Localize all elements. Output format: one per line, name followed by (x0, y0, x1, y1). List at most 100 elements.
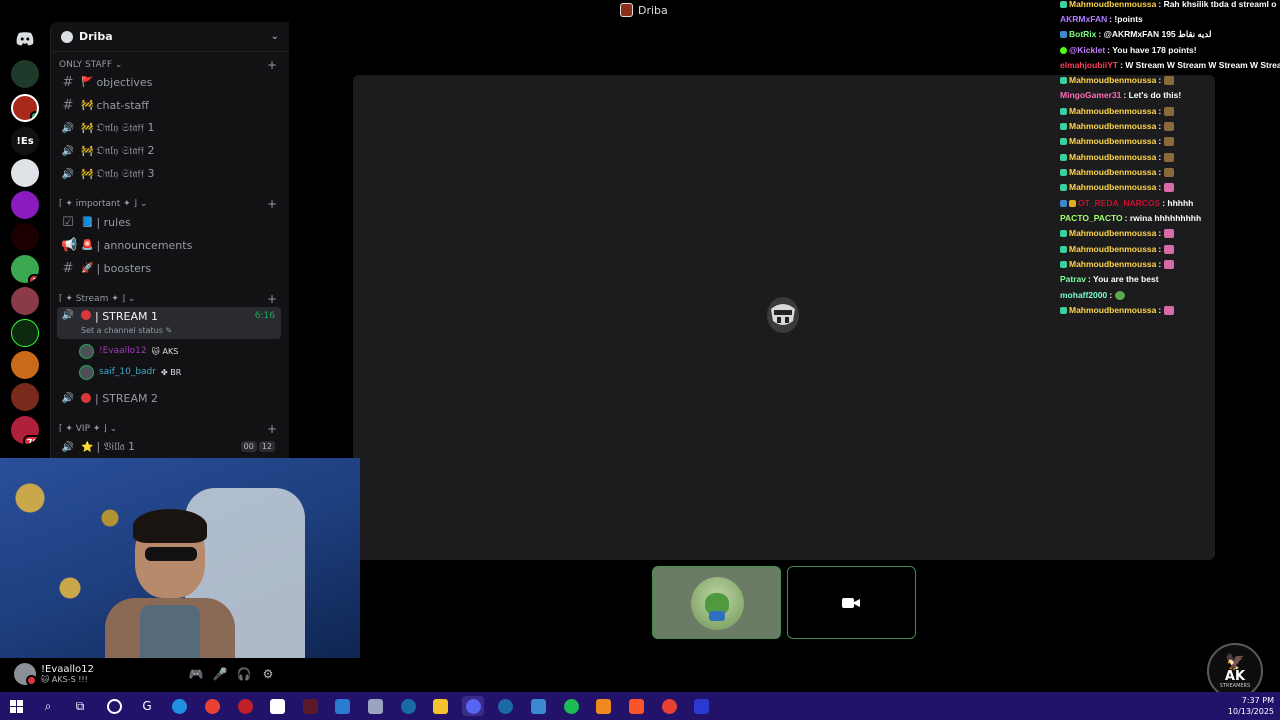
server-icon[interactable] (11, 191, 39, 219)
channel-boosters[interactable]: # 🚀 | boosters (57, 258, 281, 278)
server-icon[interactable] (11, 60, 39, 88)
channel-sidebar: Driba ⌄ ONLY STAFF ⌄ + # 🚩 objectives # 🚧 cha… (50, 22, 289, 458)
voice-channel-stream-1[interactable]: 🔊 | STREAM 1 6:16 Set a channel status ✎ (57, 307, 281, 339)
discord-home-icon[interactable] (11, 25, 39, 53)
app-icon[interactable] (234, 696, 256, 716)
megaphone-icon: 📢 (61, 237, 78, 253)
windows-start-icon[interactable] (5, 696, 27, 716)
emote-icon (1164, 182, 1175, 192)
app-icon[interactable] (690, 696, 712, 716)
username: !Evaallo12 (41, 664, 94, 675)
hashtag-icon: # (62, 260, 74, 276)
streamer (105, 509, 235, 658)
steam-icon[interactable] (397, 696, 419, 716)
subscriber-badge-icon (1060, 0, 1067, 8)
ak-streamers-logo: 🦅 AK STREAMERS (1207, 643, 1263, 699)
chrome-icon[interactable] (658, 696, 680, 716)
server-icon[interactable] (11, 383, 39, 411)
capcut-icon[interactable] (266, 696, 288, 716)
voice-channel-villa-1[interactable]: 🔊 ⭐ | 𝔙𝔦𝔩𝔩𝔞 1 00 12 (57, 437, 281, 457)
category-vip[interactable]: ⌈ ✦ VIP ✦ ⌋ ⌄ + (59, 422, 277, 436)
channel-announcements[interactable]: 📢 🚨 | announcements (57, 235, 281, 255)
voice-channel-only-staff-1[interactable]: 🔊 🚧 𝔒𝔫𝔩𝔶 𝔖𝔱𝔞𝔣𝔣 1 (57, 118, 281, 138)
category-only-staff[interactable]: ONLY STAFF ⌄ + (59, 58, 277, 72)
cortana-icon[interactable] (103, 696, 125, 716)
participant-tile-camera[interactable] (787, 566, 916, 639)
voice-channel-stream-2[interactable]: 🔊 | STREAM 2 (57, 388, 281, 408)
spotify-icon[interactable] (560, 696, 582, 716)
emote-icon (1164, 228, 1175, 238)
chat-message: Mahmoudbenmoussa: (1060, 134, 1175, 148)
chat-message: Mahmoudbenmoussa: (1060, 73, 1175, 87)
gamepad-icon[interactable]: 🎮 (184, 667, 208, 681)
edge-icon[interactable] (168, 696, 190, 716)
server-icon[interactable] (11, 287, 39, 315)
task-view-icon[interactable]: ⧉ (69, 696, 91, 716)
live-dot-icon (81, 310, 91, 320)
role-tag: ✤ BR (160, 367, 182, 377)
steam-icon[interactable] (494, 696, 516, 716)
app-icon[interactable] (364, 696, 386, 716)
server-icon-es[interactable]: !Es (11, 127, 39, 155)
chat-message: Mahmoudbenmoussa: (1060, 226, 1175, 240)
live-dot-icon (81, 393, 91, 403)
server-icon[interactable] (11, 351, 39, 379)
add-channel-icon[interactable]: + (267, 422, 277, 436)
voice-channel-only-staff-2[interactable]: 🔊 🚧 𝔒𝔫𝔩𝔶 𝔖𝔱𝔞𝔣𝔣 2 (57, 141, 281, 161)
channel-objectives[interactable]: # 🚩 objectives (57, 72, 281, 92)
category-stream[interactable]: ⌈ ✦ Stream ✦ ⌋ ⌄ + (59, 292, 277, 306)
server-badge-icon (61, 30, 73, 43)
add-channel-icon[interactable]: + (267, 58, 277, 72)
headphones-icon[interactable]: 🎧 (232, 667, 256, 681)
app-icon[interactable] (331, 696, 353, 716)
app-g-icon[interactable]: G (136, 696, 158, 716)
server-logo-icon (620, 3, 633, 17)
server-name: Driba (79, 30, 113, 43)
file-explorer-icon[interactable] (429, 696, 451, 716)
voice-user[interactable]: !Evaallo12 🐱 AKS (79, 342, 178, 360)
subscriber-badge-icon (1060, 76, 1067, 84)
folder-icon[interactable] (527, 696, 549, 716)
participant-tile-pepe[interactable] (652, 566, 781, 639)
server-icon-driba[interactable] (11, 94, 39, 122)
voice-active-badge (30, 111, 37, 120)
brave-icon[interactable] (625, 696, 647, 716)
microphone-icon[interactable]: 🎤 (208, 667, 232, 681)
chrome-icon[interactable] (201, 696, 223, 716)
server-icon[interactable] (11, 159, 39, 187)
user-avatar-icon (767, 297, 799, 333)
add-channel-icon[interactable]: + (267, 292, 277, 306)
server-header[interactable]: Driba ⌄ (51, 22, 289, 52)
channel-rules[interactable]: ☑ 📘 | rules (57, 212, 281, 232)
settings-gear-icon[interactable]: ⚙ (256, 667, 280, 681)
chat-message: Mahmoudbenmoussa: (1060, 119, 1175, 133)
voice-channel-only-staff-3[interactable]: 🔊 🚧 𝔒𝔫𝔩𝔶 𝔖𝔱𝔞𝔣𝔣 3 (57, 164, 281, 184)
pepe-avatar (691, 577, 744, 630)
add-channel-icon[interactable]: + (267, 197, 277, 211)
system-clock[interactable]: 7:37 PM 10/13/2025 (1228, 695, 1274, 717)
avatar (79, 343, 94, 359)
chat-message: Mahmoudbenmoussa: Rah khsilik tbda d str… (1060, 0, 1276, 11)
voice-user[interactable]: saif_10_badr ✤ BR (79, 363, 181, 381)
mention-badge: 70 (22, 435, 39, 444)
server-icon[interactable]: 70 (11, 416, 39, 444)
server-icon[interactable] (11, 223, 39, 251)
subscriber-badge-icon (1060, 260, 1067, 268)
channel-status[interactable]: Set a channel status ✎ (81, 326, 172, 335)
subscriber-badge-icon (1060, 168, 1067, 176)
chat-message: Mahmoudbenmoussa: (1060, 165, 1175, 179)
app-icon[interactable] (299, 696, 321, 716)
emote-icon (1115, 290, 1126, 300)
channel-chat-staff[interactable]: # 🚧 chat-staff (57, 95, 281, 115)
app-icon[interactable] (592, 696, 614, 716)
avatar[interactable] (14, 663, 37, 686)
emote-icon (1164, 136, 1175, 146)
chevron-down-icon[interactable]: ⌄ (271, 31, 279, 42)
discord-taskbar-icon[interactable] (462, 696, 484, 716)
chat-message: Mahmoudbenmoussa: (1060, 242, 1175, 256)
chat-message: elmahjoubiiYT: W Stream W Stream W Strea… (1060, 60, 1280, 70)
server-icon[interactable] (11, 319, 39, 347)
category-important[interactable]: ⌈ ✦ important ✦ ⌋ ⌄ + (59, 197, 277, 211)
search-icon[interactable]: ⌕ (37, 696, 59, 716)
server-icon[interactable]: 1 (11, 255, 39, 283)
